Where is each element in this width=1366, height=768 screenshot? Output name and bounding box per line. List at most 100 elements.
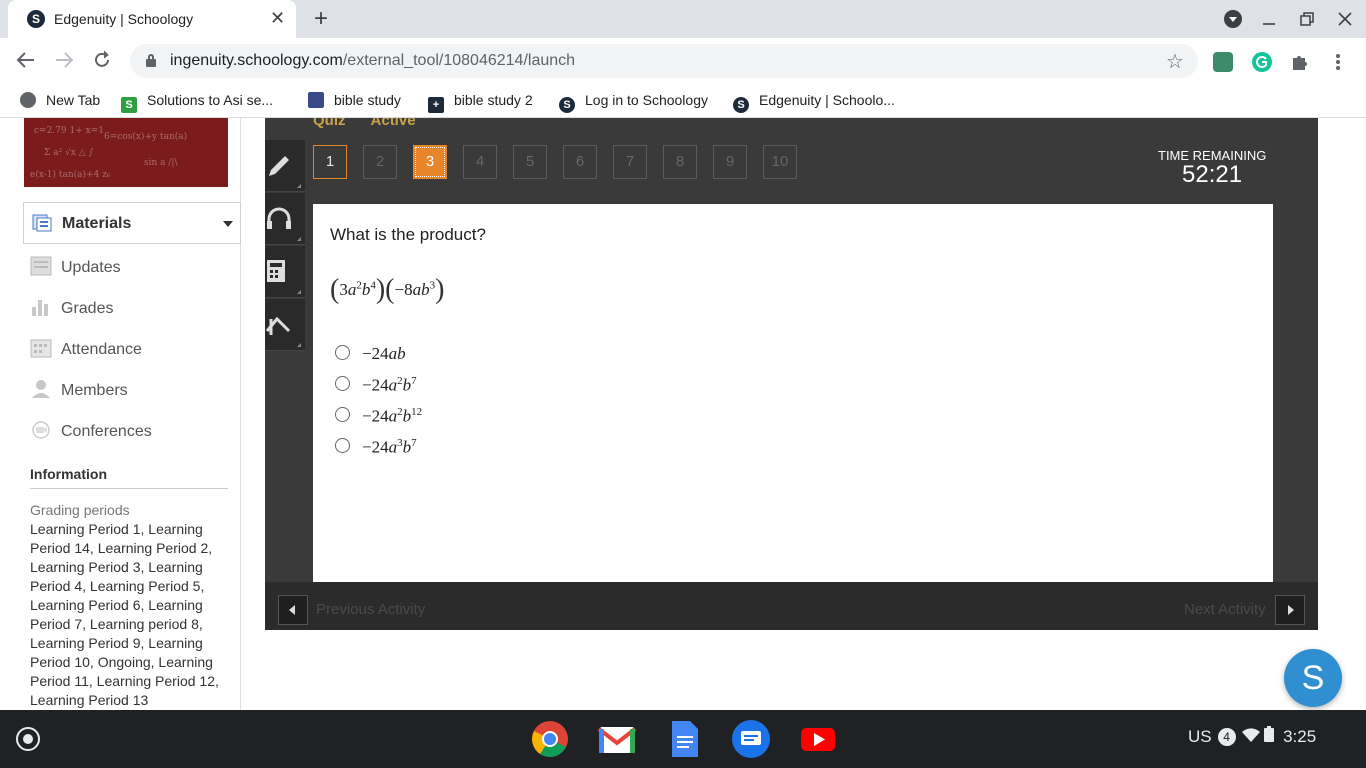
menu-kebab-icon[interactable]: [1328, 52, 1348, 72]
book-icon: [308, 92, 324, 108]
conferences-icon: [30, 420, 52, 440]
question-number-8[interactable]: 8: [663, 145, 697, 179]
grading-periods-list: Learning Period 1, Learning Period 14, L…: [30, 521, 219, 708]
back-icon[interactable]: [16, 50, 36, 75]
bookmark-edgenuity-schoology[interactable]: S Edgenuity | Schoolo...: [733, 92, 895, 113]
pencil-tool-icon[interactable]: [265, 140, 305, 192]
headphones-tool-icon[interactable]: [265, 193, 305, 245]
question-number-4[interactable]: 4: [463, 145, 497, 179]
radio-button[interactable]: [335, 376, 350, 391]
next-activity-button[interactable]: [1275, 595, 1305, 625]
question-number-2[interactable]: 2: [363, 145, 397, 179]
members-icon: [30, 379, 52, 399]
youtube-app-icon[interactable]: [798, 719, 838, 759]
question-number-10[interactable]: 10: [763, 145, 797, 179]
url-text: ingenuity.schoology.com/external_tool/10…: [170, 52, 576, 69]
question-expression: (3a2b4)(−8ab3): [330, 274, 445, 305]
bookmark-bible-study[interactable]: bible study: [308, 92, 401, 108]
chevron-right-icon: [1288, 605, 1294, 615]
previous-activity-button[interactable]: [278, 595, 308, 625]
tab-title: Edgenuity | Schoology: [54, 11, 194, 27]
address-bar[interactable]: ingenuity.schoology.com/external_tool/10…: [130, 44, 1198, 78]
quiz-header: Quiz Active: [313, 118, 416, 129]
answer-text: −24a2b12: [362, 406, 423, 426]
radio-button[interactable]: [335, 407, 350, 422]
extensions-puzzle-icon[interactable]: [1290, 52, 1310, 72]
wifi-icon: [1241, 727, 1260, 746]
bookmark-star-icon[interactable]: ☆: [1166, 49, 1184, 74]
browser-toolbar: ingenuity.schoology.com/external_tool/10…: [0, 38, 1366, 84]
notification-count: 4: [1217, 728, 1236, 746]
information-heading: Information: [30, 466, 107, 482]
sidebar-item-attendance[interactable]: Attendance: [30, 338, 142, 359]
schoology-icon: S: [559, 97, 575, 113]
answer-text: −24ab: [362, 344, 406, 363]
new-tab-button[interactable]: +: [314, 6, 328, 32]
forward-icon[interactable]: [54, 50, 74, 75]
bookmarks-bar: New Tab S Solutions to Asi se... bible st…: [0, 84, 1366, 118]
chevron-down-icon: [223, 221, 233, 227]
question-number-3[interactable]: 3: [413, 145, 447, 179]
question-number-7[interactable]: 7: [613, 145, 647, 179]
radio-button[interactable]: [335, 345, 350, 360]
window-close-icon[interactable]: [1338, 12, 1352, 31]
quiz-player: Quiz Active 1 2 3 4 5 6 7 8 9 10 TIME RE…: [265, 118, 1318, 630]
grammarly-icon[interactable]: [1252, 52, 1272, 72]
clock: 3:25: [1283, 727, 1317, 746]
question-number-1[interactable]: 1: [313, 145, 347, 179]
question-number-9[interactable]: 9: [713, 145, 747, 179]
messages-app-icon[interactable]: [731, 719, 771, 759]
course-banner-image: c=2.79 1+ x=1 6=cos(x)+y tan(a) Σ a² √x …: [24, 118, 228, 187]
tab-search-icon[interactable]: [1224, 10, 1242, 28]
sidebar-item-conferences[interactable]: Conferences: [30, 420, 152, 441]
answer-text: −24a3b7: [362, 437, 417, 457]
sidebar-item-grades[interactable]: Grades: [30, 297, 113, 318]
system-tray[interactable]: US 4 3:25: [1188, 726, 1316, 747]
materials-label: Materials: [62, 215, 132, 232]
bookmark-solutions[interactable]: S Solutions to Asi se...: [121, 92, 273, 113]
answer-text: −24a2b7: [362, 375, 417, 395]
solutions-s-icon: S: [121, 97, 137, 113]
minimize-icon[interactable]: [1262, 12, 1276, 31]
restore-icon[interactable]: [1300, 12, 1314, 31]
reference-tool-icon[interactable]: [265, 299, 305, 351]
question-number-6[interactable]: 6: [563, 145, 597, 179]
schoology-favicon-icon: S: [27, 10, 45, 28]
os-shelf: US 4 3:25: [0, 710, 1366, 768]
activity-nav-bar: Previous Activity Next Activity: [265, 582, 1318, 630]
question-prompt: What is the product?: [330, 225, 486, 244]
chevron-left-icon: [289, 605, 295, 615]
locale-indicator: US: [1188, 727, 1212, 746]
calculator-tool-icon[interactable]: [265, 246, 305, 298]
tab-strip: S Edgenuity | Schoology ✕ +: [0, 0, 1366, 38]
bookmark-bible-study-2[interactable]: + bible study 2: [428, 92, 533, 113]
materials-dropdown[interactable]: Materials: [23, 202, 241, 244]
question-number-5[interactable]: 5: [513, 145, 547, 179]
grades-icon: [30, 297, 52, 317]
question-panel: What is the product? (3a2b4)(−8ab3) −24a…: [313, 204, 1273, 582]
course-sidebar: c=2.79 1+ x=1 6=cos(x)+y tan(a) Σ a² √x …: [0, 118, 241, 710]
globe-icon: [20, 92, 36, 108]
lock-icon[interactable]: [146, 54, 156, 67]
docs-app-icon[interactable]: [664, 719, 704, 759]
reload-icon[interactable]: [92, 50, 112, 75]
browser-tab[interactable]: S Edgenuity | Schoology ✕: [8, 0, 296, 38]
schoology-assistant-button[interactable]: S: [1284, 649, 1342, 707]
materials-icon: [32, 214, 52, 232]
gmail-app-icon[interactable]: [597, 719, 637, 759]
extension-photo-icon[interactable]: [1213, 52, 1233, 72]
radio-button[interactable]: [335, 438, 350, 453]
sidebar-item-members[interactable]: Members: [30, 379, 128, 400]
bookmark-login-schoology[interactable]: S Log in to Schoology: [559, 92, 708, 113]
tool-rail: [265, 140, 305, 360]
launcher-icon[interactable]: [16, 727, 40, 751]
attendance-icon: [30, 338, 52, 358]
bookmark-new-tab[interactable]: New Tab: [20, 92, 100, 108]
previous-activity-label[interactable]: Previous Activity: [316, 601, 425, 618]
schoology-icon: S: [733, 97, 749, 113]
battery-icon: [1264, 726, 1275, 746]
next-activity-label[interactable]: Next Activity: [1184, 601, 1266, 618]
sidebar-item-updates[interactable]: Updates: [30, 256, 121, 277]
tab-close-icon[interactable]: ✕: [270, 8, 285, 28]
chrome-app-icon[interactable]: [530, 719, 570, 759]
